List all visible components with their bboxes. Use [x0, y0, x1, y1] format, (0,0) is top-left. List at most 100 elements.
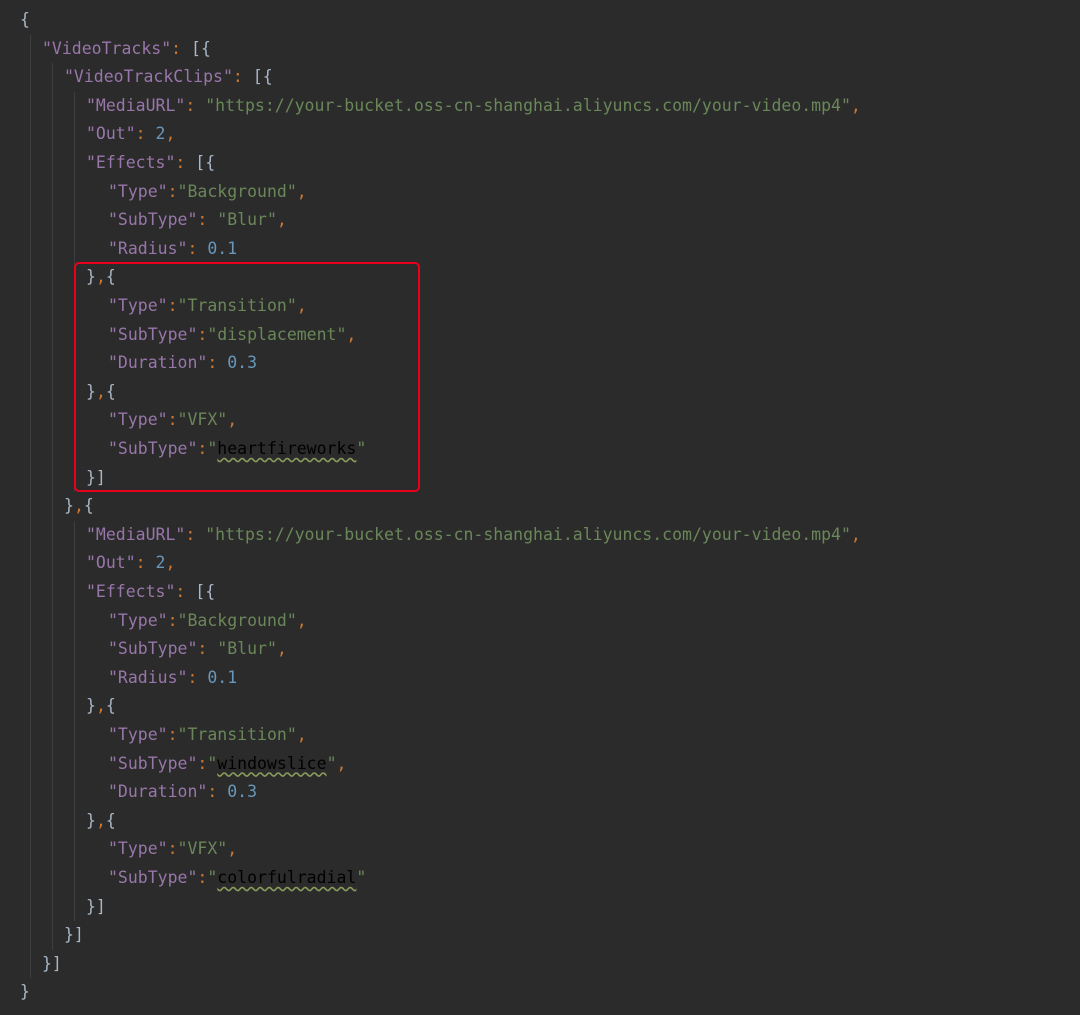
code-token: 0.1: [207, 238, 238, 258]
code-line[interactable]: "Radius": 0.1: [108, 235, 237, 264]
code-token: :: [197, 868, 208, 887]
code-token: :: [135, 553, 156, 573]
code-token: :: [197, 639, 218, 659]
code-editor[interactable]: {"VideoTracks": [{"VideoTrackClips": [{"…: [0, 0, 1080, 1015]
code-token: ,: [336, 753, 347, 773]
code-line[interactable]: "Duration": 0.3: [108, 778, 257, 807]
code-token: ,: [296, 181, 307, 201]
code-token: colorfulradial: [217, 868, 357, 887]
code-line[interactable]: "SubType": "Blur",: [108, 635, 287, 664]
code-token: ": [326, 753, 337, 773]
code-token: "VideoTracks": [42, 38, 172, 58]
code-token: "Blur": [217, 210, 277, 230]
code-line[interactable]: }]: [42, 950, 62, 979]
code-token: "Transition": [177, 725, 297, 744]
code-token: ,: [296, 610, 307, 630]
code-token: ,: [850, 95, 861, 115]
code-token: {: [105, 696, 116, 716]
code-token: windowslice: [217, 753, 327, 773]
code-token: 2: [155, 553, 166, 573]
code-token: ": [356, 868, 367, 887]
code-line[interactable]: "Effects": [{: [86, 149, 215, 178]
code-token: "Blur": [217, 639, 277, 659]
code-token: 0.3: [227, 782, 258, 802]
code-line[interactable]: "Radius": 0.1: [108, 664, 237, 693]
code-token: [{: [185, 153, 216, 172]
code-token: :: [197, 753, 208, 773]
code-token: ": [207, 753, 218, 773]
code-line[interactable]: }: [20, 978, 30, 1007]
code-token: }: [64, 496, 74, 516]
code-token: ,: [165, 553, 176, 573]
code-token: "Type": [108, 725, 168, 744]
code-line[interactable]: "Effects": [{: [86, 578, 215, 607]
code-token: ": [207, 868, 218, 887]
code-token: :: [167, 610, 178, 630]
code-line[interactable]: "SubType": "Blur",: [108, 206, 287, 235]
code-line[interactable]: "SubType":"colorfulradial": [108, 864, 366, 893]
code-token: }: [20, 982, 30, 1002]
code-token: :: [187, 238, 208, 258]
code-line[interactable]: "Type":"VFX",: [108, 835, 237, 864]
code-token: "VFX": [177, 839, 228, 859]
code-token: "Background": [177, 181, 297, 201]
code-line[interactable]: },{: [86, 807, 116, 836]
code-token: :: [185, 524, 206, 544]
highlight-box: [74, 262, 420, 492]
code-token: [{: [185, 582, 216, 601]
code-token: "Type": [108, 839, 168, 859]
code-token: :: [185, 95, 206, 115]
code-token: }]: [42, 953, 62, 973]
code-token: ,: [165, 124, 176, 144]
code-token: "Radius": [108, 238, 188, 258]
code-token: ,: [73, 496, 84, 516]
code-token: :: [167, 839, 178, 859]
code-token: :: [135, 124, 156, 144]
code-line[interactable]: },{: [64, 492, 94, 521]
code-line[interactable]: "VideoTrackClips": [{: [64, 63, 273, 92]
code-token: :: [207, 782, 228, 802]
code-line[interactable]: "Out": 2,: [86, 549, 175, 578]
code-token: "SubType": [108, 868, 198, 887]
code-token: }: [86, 696, 96, 716]
code-token: "https://your-bucket.oss-cn-shanghai.ali…: [205, 524, 851, 544]
code-token: {: [20, 10, 30, 29]
code-token: ,: [276, 210, 287, 230]
code-token: :: [167, 725, 178, 744]
code-token: "SubType": [108, 210, 198, 230]
code-token: "VideoTrackClips": [64, 67, 233, 87]
code-token: ,: [850, 524, 861, 544]
code-line[interactable]: "SubType":"windowslice",: [108, 750, 346, 779]
code-line[interactable]: },{: [86, 692, 116, 721]
code-line[interactable]: "MediaURL": "https://your-bucket.oss-cn-…: [86, 521, 861, 550]
code-line[interactable]: {: [20, 6, 30, 35]
code-line[interactable]: "VideoTracks": [{: [42, 35, 211, 64]
code-token: "Type": [108, 181, 168, 201]
code-token: "SubType": [108, 753, 198, 773]
code-token: {: [105, 810, 116, 830]
code-token: "Background": [177, 610, 297, 630]
code-token: ,: [95, 810, 106, 830]
code-line[interactable]: "MediaURL": "https://your-bucket.oss-cn-…: [86, 92, 861, 121]
code-token: 2: [155, 124, 166, 144]
code-token: "https://your-bucket.oss-cn-shanghai.ali…: [205, 95, 851, 115]
code-token: :: [175, 582, 186, 601]
code-token: "Effects": [86, 153, 176, 172]
code-token: "Duration": [108, 782, 208, 802]
code-line[interactable]: "Type":"Background",: [108, 607, 307, 636]
code-token: [{: [242, 67, 273, 87]
code-token: [{: [181, 38, 211, 58]
code-token: "Type": [108, 610, 168, 630]
code-token: "MediaURL": [86, 524, 186, 544]
code-token: "MediaURL": [86, 95, 186, 115]
code-token: "Radius": [108, 667, 188, 687]
code-line[interactable]: "Type":"Background",: [108, 178, 307, 207]
code-token: ,: [296, 725, 307, 744]
code-line[interactable]: }]: [64, 921, 84, 950]
code-token: :: [175, 153, 186, 172]
code-line[interactable]: "Out": 2,: [86, 120, 175, 149]
code-line[interactable]: "Type":"Transition",: [108, 721, 307, 750]
code-token: ,: [276, 639, 287, 659]
code-token: }]: [86, 896, 106, 916]
code-line[interactable]: }]: [86, 893, 106, 922]
